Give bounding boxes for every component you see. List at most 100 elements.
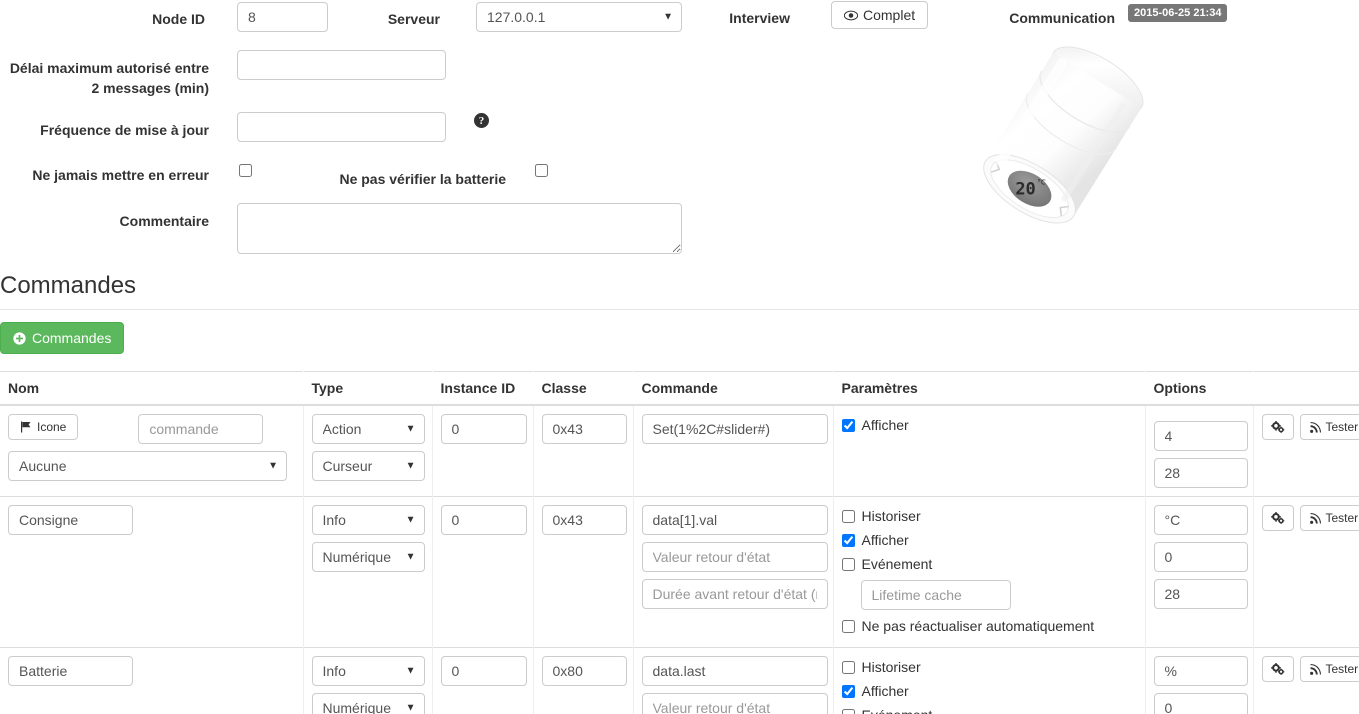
interview-label: Interview [729, 10, 790, 26]
option-min-input[interactable] [1153, 693, 1248, 714]
command-config-button[interactable] [1261, 656, 1294, 682]
cell-actions: Tester [1252, 496, 1359, 648]
option-max-input[interactable] [1153, 579, 1248, 609]
icone-button[interactable]: Icone [8, 414, 79, 440]
instance-id-input[interactable] [440, 656, 527, 686]
column-header-options: Options [1144, 371, 1253, 406]
no-auto-refresh-checkbox[interactable] [841, 619, 855, 633]
option-unit-input[interactable] [1153, 505, 1248, 535]
command-icon-select[interactable]: Aucune [8, 451, 287, 481]
rss-icon [1309, 421, 1321, 433]
subtype-select[interactable]: Numérique [311, 542, 425, 572]
command-name-input[interactable] [8, 505, 133, 535]
afficher-option[interactable]: Afficher [841, 529, 1137, 551]
no-auto-refresh-option[interactable]: Ne pas réactualiser automatiquement [841, 615, 1137, 637]
cell-commande [632, 404, 833, 497]
ne-pas-batterie-label: Ne pas vérifier la batterie [339, 171, 506, 187]
command-request-input[interactable] [641, 656, 828, 686]
command-request-input[interactable] [641, 414, 828, 444]
classe-input[interactable] [541, 656, 627, 686]
command-config-button[interactable] [1261, 414, 1294, 440]
subtype-select[interactable]: Numérique [311, 693, 425, 714]
cogs-icon [1270, 421, 1285, 433]
lifetime-cache-input[interactable] [860, 580, 1011, 610]
command-name-input[interactable] [138, 414, 264, 444]
cell-classe [532, 404, 633, 497]
table-row: Info ▼ Numérique ▼ [0, 496, 1359, 648]
evenement-checkbox[interactable] [841, 708, 855, 714]
evenement-checkbox[interactable] [841, 557, 855, 571]
serveur-label: Serveur [387, 11, 440, 27]
add-command-button[interactable]: Commandes [0, 322, 125, 354]
historiser-label: Historiser [861, 508, 921, 524]
cell-instance-id [431, 496, 533, 648]
classe-input[interactable] [541, 505, 627, 535]
subtype-select[interactable]: Curseur [311, 451, 425, 481]
svg-text:20: 20 [1015, 180, 1035, 200]
delai-max-input[interactable] [237, 50, 446, 80]
node-id-label: Node ID [152, 11, 205, 27]
cell-type: Info ▼ Numérique ▼ [302, 496, 432, 648]
option-min-input[interactable] [1153, 421, 1248, 451]
afficher-checkbox[interactable] [841, 418, 855, 432]
interview-complet-button[interactable]: Complet [831, 1, 929, 29]
cell-instance-id [431, 404, 533, 497]
commands-section-title: Commandes [0, 272, 1359, 310]
table-header-row: Nom Type Instance ID Classe Commande Par… [0, 371, 1359, 406]
device-image: 20 °C [930, 28, 1180, 268]
commands-table: Nom Type Instance ID Classe Commande Par… [0, 371, 1359, 714]
help-circle-icon[interactable]: ? [474, 113, 489, 128]
command-test-label: Tester [1325, 511, 1359, 525]
evenement-label: Evénement [861, 556, 933, 572]
evenement-option[interactable]: Evénement [841, 553, 1137, 575]
cell-type: Info ▼ Numérique ▼ [302, 647, 432, 714]
type-select[interactable]: Action [311, 414, 425, 444]
column-header-classe: Classe [532, 371, 633, 406]
classe-input[interactable] [541, 414, 627, 444]
afficher-option[interactable]: Afficher [841, 414, 1137, 436]
command-return-duration-input[interactable] [641, 579, 828, 609]
instance-id-input[interactable] [440, 414, 527, 444]
command-name-input[interactable] [8, 656, 133, 686]
cell-options [1144, 647, 1253, 714]
type-select[interactable]: Info [311, 505, 425, 535]
command-request-input[interactable] [641, 505, 828, 535]
command-test-button[interactable]: Tester [1299, 505, 1359, 531]
historiser-checkbox[interactable] [841, 509, 855, 523]
command-test-label: Tester [1325, 662, 1359, 676]
option-min-input[interactable] [1153, 542, 1248, 572]
type-select[interactable]: Info [311, 656, 425, 686]
delai-label-line1: Délai maximum autorisé entre [9, 60, 209, 76]
node-id-input[interactable] [237, 2, 328, 32]
serveur-select[interactable]: 127.0.0.1 [476, 2, 682, 32]
command-test-button[interactable]: Tester [1299, 414, 1359, 440]
historiser-option[interactable]: Historiser [841, 656, 1137, 678]
svg-text:°C: °C [1037, 179, 1046, 187]
cell-parametres: Historiser Afficher Evénement [832, 647, 1145, 714]
plus-circle-icon [13, 331, 26, 345]
command-test-button[interactable]: Tester [1299, 656, 1359, 682]
afficher-checkbox[interactable] [841, 533, 855, 547]
ne-pas-batterie-checkbox[interactable] [535, 164, 548, 177]
option-unit-input[interactable] [1153, 656, 1248, 686]
historiser-option[interactable]: Historiser [841, 505, 1137, 527]
option-max-input[interactable] [1153, 458, 1248, 488]
command-config-button[interactable] [1261, 505, 1294, 531]
rss-icon [1309, 663, 1321, 675]
command-return-value-input[interactable] [641, 542, 828, 572]
cogs-icon [1270, 512, 1285, 524]
afficher-checkbox[interactable] [841, 684, 855, 698]
historiser-checkbox[interactable] [841, 660, 855, 674]
instance-id-input[interactable] [440, 505, 527, 535]
ne-jamais-erreur-checkbox[interactable] [239, 164, 252, 177]
frequence-input[interactable] [237, 112, 446, 142]
column-header-nom: Nom [0, 371, 303, 406]
command-return-value-input[interactable] [641, 693, 828, 714]
column-header-parametres: Paramètres [832, 371, 1145, 406]
afficher-option[interactable]: Afficher [841, 680, 1137, 702]
command-test-label: Tester [1325, 420, 1359, 434]
delai-label-line2: 2 messages (min) [91, 80, 210, 96]
commentaire-textarea[interactable] [237, 203, 682, 254]
column-header-type: Type [302, 371, 432, 406]
evenement-option[interactable]: Evénement [841, 704, 1137, 714]
